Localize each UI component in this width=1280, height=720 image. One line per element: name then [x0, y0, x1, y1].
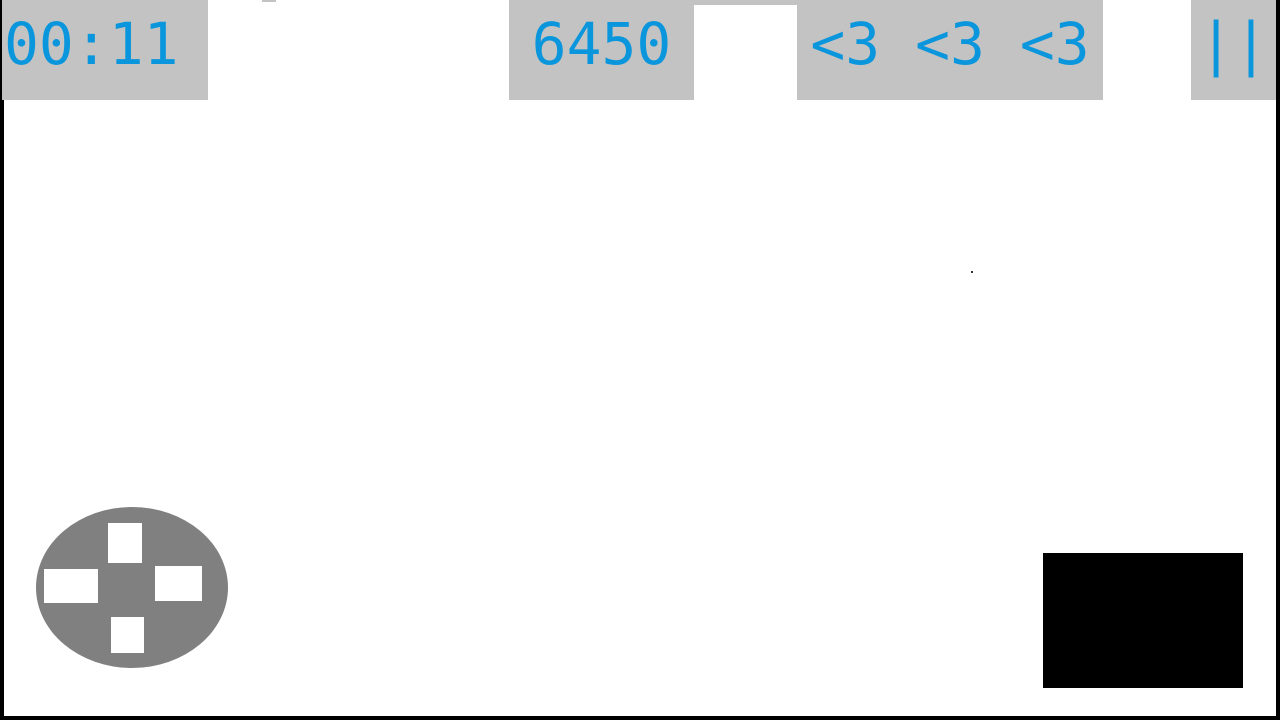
pause-button[interactable]: || [1191, 0, 1276, 100]
lives-display: <3 <3 <3 [797, 0, 1103, 100]
dpad-right-button[interactable] [155, 566, 202, 601]
dpad-down-button[interactable] [111, 617, 144, 653]
pause-icon: || [1198, 10, 1269, 78]
score-text: 6450 [531, 10, 672, 78]
action-button[interactable] [1043, 553, 1243, 688]
game-screen: 00:11 6450 <3 <3 <3 || [0, 0, 1280, 720]
dpad-up-button[interactable] [108, 523, 142, 563]
timer-display: 00:11 [2, 0, 208, 100]
hud-top-strip [694, 0, 797, 5]
dpad-left-button[interactable] [44, 569, 98, 603]
dpad-icon[interactable] [36, 507, 228, 668]
score-display: 6450 [509, 0, 694, 100]
timer-text: 00:11 [4, 10, 179, 78]
game-object [971, 271, 973, 273]
hud-top-strip [262, 0, 276, 2]
lives-text: <3 <3 <3 [810, 10, 1090, 78]
